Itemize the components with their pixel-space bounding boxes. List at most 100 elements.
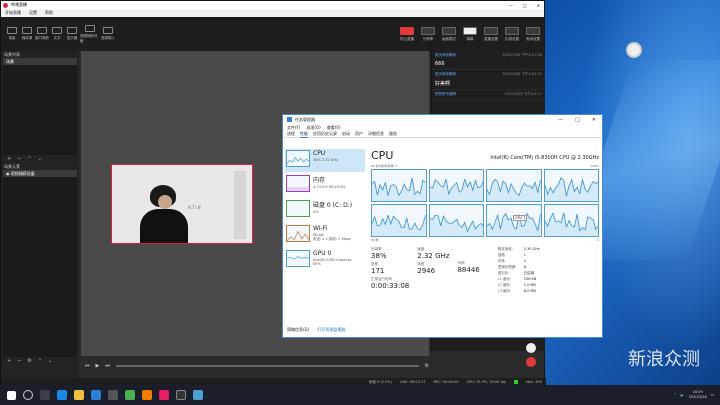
camera-video-source[interactable]: NTIN	[111, 164, 253, 244]
source-item[interactable]: ◉ 视频捕获设备	[3, 170, 77, 177]
resource-monitor-link[interactable]: 打开资源监视器	[317, 327, 345, 333]
clock[interactable]: 16:09 2020/3/28	[689, 390, 707, 400]
live-settings-button[interactable]: 直播设置	[482, 26, 500, 42]
menu-file[interactable]: 文件(F)	[287, 125, 300, 131]
menu-item-start[interactable]: 开始直播	[5, 10, 21, 16]
download-icon[interactable]	[526, 343, 536, 353]
chat-user[interactable]: 夏天和你聊到	[435, 72, 456, 77]
toolbar-media-button[interactable]: 媒体源	[20, 27, 34, 41]
tab-services[interactable]: 服务	[389, 131, 397, 137]
text-icon	[52, 27, 62, 34]
menu-item-help[interactable]: 帮助	[45, 10, 53, 16]
tab-details[interactable]: 详细信息	[368, 131, 384, 137]
close-icon[interactable]: ✕	[537, 3, 540, 8]
store-icon[interactable]	[108, 390, 118, 400]
task-manager-icon[interactable]	[193, 390, 203, 400]
cpu-core-graph[interactable]	[543, 169, 599, 202]
down-icon[interactable]: ⌄	[38, 156, 42, 162]
down-icon[interactable]: ⌄	[48, 358, 52, 364]
chat-user[interactable]: 赞赞赞不错啊	[435, 92, 456, 97]
cpu-core-graph[interactable]	[428, 204, 484, 237]
notification-icon[interactable]: ▭	[711, 393, 714, 397]
media-controls: ⏮ ▶ ⏭ ⚙	[81, 359, 429, 373]
toolbar-window-button[interactable]: 窗口捕获	[35, 27, 49, 41]
stop-live-button[interactable]: 停止直播	[398, 26, 416, 42]
chevron-up-icon[interactable]: ⌃	[673, 393, 676, 397]
mail-icon[interactable]	[91, 390, 101, 400]
file-explorer-icon[interactable]	[74, 390, 84, 400]
task-view-icon[interactable]	[40, 390, 50, 400]
desktop-app-icon[interactable]	[626, 42, 642, 58]
cpu-core-graph[interactable]	[371, 169, 427, 202]
room-settings-button[interactable]: 房间设置	[524, 26, 542, 42]
cpu-core-graph[interactable]	[371, 204, 427, 237]
person-body	[140, 209, 188, 243]
menu-item-settings[interactable]: 设置	[29, 10, 37, 16]
graph-caption: 60 秒内的利用率 %	[371, 164, 398, 168]
tab-app-history[interactable]: 应用历史记录	[313, 131, 337, 137]
remove-icon[interactable]: −	[17, 156, 21, 162]
tm-titlebar: 任务管理器 — □ ✕	[283, 115, 602, 124]
cpu-core-graphs[interactable]: CPU 3	[371, 169, 599, 237]
chat-time: 2020/3/28 下午4:07:08	[502, 53, 542, 57]
toolbar-text-button[interactable]: 文字	[50, 27, 64, 41]
resource-cpu[interactable]: CPU 38% 2.32 GHz	[285, 149, 365, 172]
fewer-details-link[interactable]: 简略信息(D)	[287, 327, 309, 333]
tab-performance[interactable]: 性能	[300, 131, 308, 138]
search-icon[interactable]	[23, 390, 33, 400]
maximize-icon[interactable]: □	[523, 3, 527, 8]
close-icon[interactable]: ✕	[592, 117, 596, 123]
minimize-icon[interactable]: —	[509, 3, 513, 8]
cpu-core-graph[interactable]	[428, 169, 484, 202]
add-icon[interactable]: +	[7, 358, 11, 364]
source-list[interactable]	[3, 177, 77, 357]
resource-gpu[interactable]: GPU 0 Intel(R) UHD Graphics 65%	[285, 249, 365, 272]
scene-list[interactable]	[3, 65, 77, 155]
cpu-core-graph[interactable]	[543, 204, 599, 237]
cpu-thumb-graph	[286, 150, 310, 167]
play-icon[interactable]: ▶	[96, 363, 100, 369]
menu-options[interactable]: 选项(O)	[306, 125, 320, 131]
layout-button[interactable]: 画面模式	[440, 26, 458, 42]
volume-icon[interactable]: 🔈	[680, 393, 684, 397]
record-icon[interactable]	[526, 357, 536, 367]
toolbar-monitor-button[interactable]: 显示器	[65, 27, 79, 41]
tab-users[interactable]: 用户	[355, 131, 363, 137]
menu-view[interactable]: 查看(V)	[327, 125, 341, 131]
up-icon[interactable]: ⌃	[27, 156, 31, 162]
up-icon[interactable]: ⌃	[38, 358, 42, 364]
seek-bar[interactable]	[115, 365, 419, 367]
gear-icon[interactable]: ⚙	[27, 358, 31, 364]
danmaku-button[interactable]: 弹幕	[461, 26, 479, 42]
minimize-icon[interactable]: —	[558, 117, 563, 123]
toolbar-camera-button[interactable]: 视频捕获设备	[80, 24, 100, 44]
cpu-core-graph[interactable]: CPU 3	[486, 204, 542, 237]
windows-start-icon[interactable]	[7, 390, 16, 400]
handles-value: 88446	[457, 266, 480, 274]
tab-startup[interactable]: 启动	[342, 131, 350, 137]
edge-browser-icon[interactable]	[57, 390, 67, 400]
scene-item[interactable]: 场景	[3, 58, 77, 65]
add-icon[interactable]: +	[7, 156, 11, 162]
obs-title: 哔哩直播	[11, 2, 27, 7]
settings-icon[interactable]: ⚙	[425, 363, 429, 369]
resource-memory[interactable]: 内存 4.7/15.9 GB (30%)	[285, 174, 365, 197]
remove-icon[interactable]: −	[17, 358, 21, 364]
tab-processes[interactable]: 进程	[287, 131, 295, 137]
next-icon[interactable]: ⏭	[105, 363, 110, 369]
resolution-button[interactable]: 分辨率	[419, 26, 437, 42]
chat-user[interactable]: 夏天和你聊到	[435, 53, 456, 58]
obs-icon[interactable]	[176, 390, 186, 400]
cpu-core-graph[interactable]	[486, 169, 542, 202]
system-tray: ⌃ 🔈 16:09 2020/3/28 ▭	[673, 390, 720, 400]
previous-icon[interactable]: ⏮	[85, 363, 90, 369]
bili-live-icon[interactable]	[159, 390, 169, 400]
app-icon[interactable]	[125, 390, 135, 400]
maximize-icon[interactable]: □	[575, 117, 580, 123]
resource-disk[interactable]: 磁盘 0 (C: D:) 0%	[285, 199, 365, 222]
toolbar-scene-button[interactable]: 场景	[5, 27, 19, 41]
app-icon[interactable]	[142, 390, 152, 400]
gift-settings-button[interactable]: 礼物设置	[503, 26, 521, 42]
toolbar-audio-button[interactable]: 音频输入	[101, 27, 115, 41]
resource-wifi[interactable]: Wi-Fi WLAN 发送: 1.1 接收: 0 Mbps	[285, 224, 365, 247]
